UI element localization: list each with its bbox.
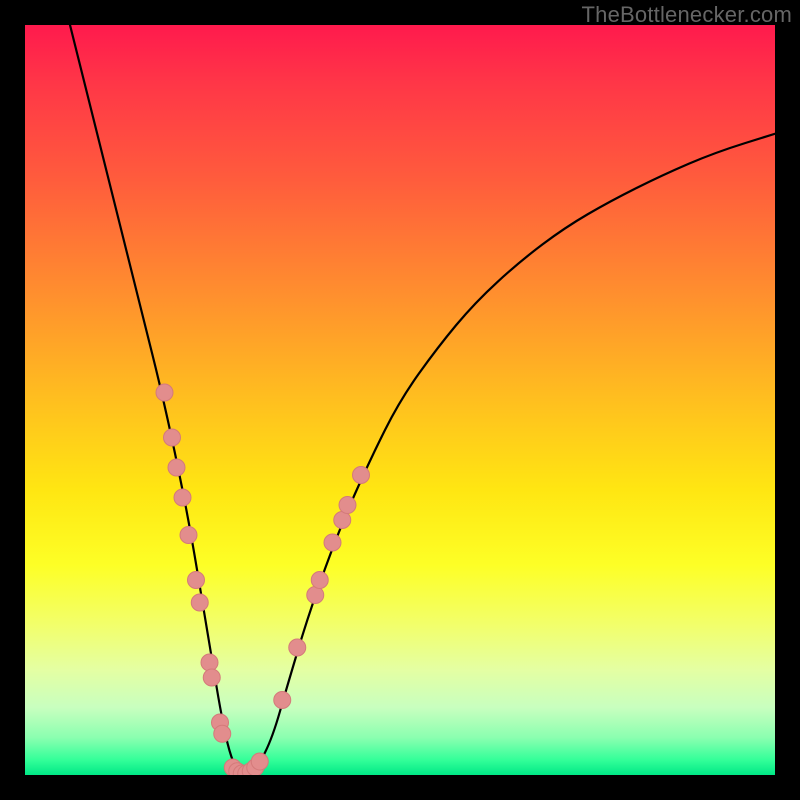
chart-area bbox=[25, 25, 775, 775]
marker-dot bbox=[164, 429, 181, 446]
watermark-text: TheBottlenecker.com bbox=[582, 2, 792, 28]
marker-dot bbox=[191, 594, 208, 611]
marker-dot bbox=[180, 527, 197, 544]
marker-dot bbox=[201, 654, 218, 671]
marker-dot bbox=[289, 639, 306, 656]
marker-dot bbox=[339, 497, 356, 514]
marker-group bbox=[156, 384, 370, 775]
marker-dot bbox=[203, 669, 220, 686]
marker-dot bbox=[311, 572, 328, 589]
marker-dot bbox=[307, 587, 324, 604]
marker-dot bbox=[168, 459, 185, 476]
marker-dot bbox=[324, 534, 341, 551]
marker-dot bbox=[353, 467, 370, 484]
bottleneck-chart bbox=[25, 25, 775, 775]
marker-dot bbox=[334, 512, 351, 529]
marker-dot bbox=[188, 572, 205, 589]
bottleneck-curve bbox=[70, 25, 775, 775]
marker-dot bbox=[274, 692, 291, 709]
marker-dot bbox=[214, 725, 231, 742]
marker-dot bbox=[174, 489, 191, 506]
marker-dot bbox=[251, 753, 268, 770]
marker-dot bbox=[156, 384, 173, 401]
